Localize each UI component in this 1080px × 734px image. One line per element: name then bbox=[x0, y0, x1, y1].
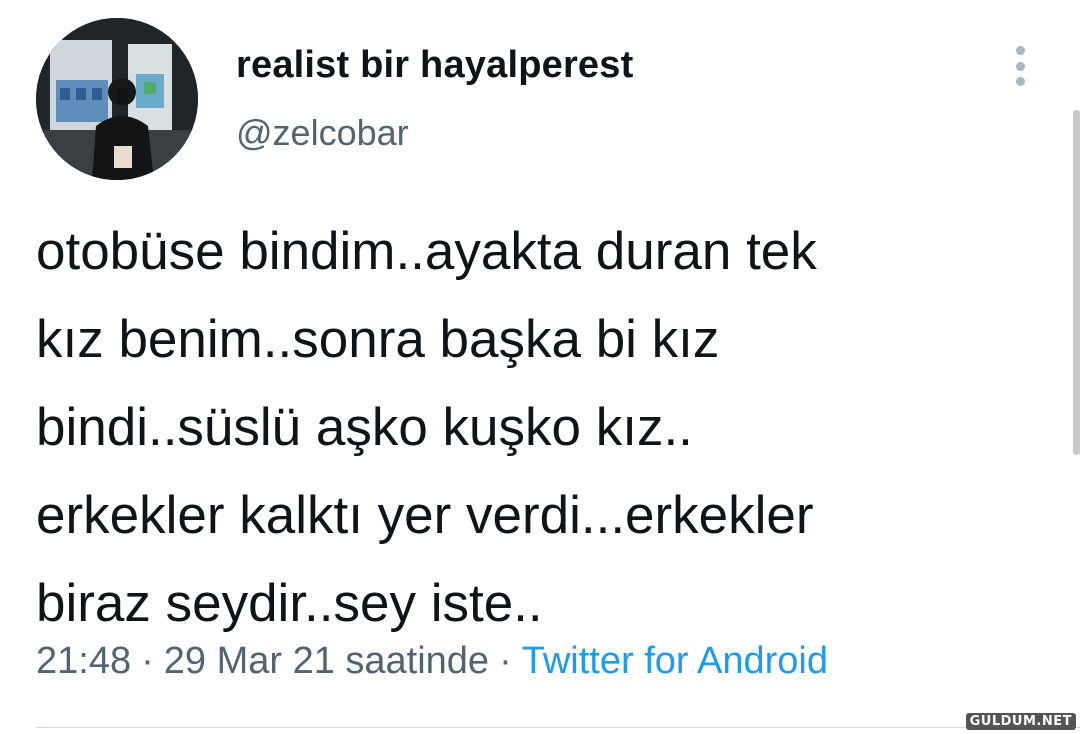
tweet-source-link[interactable]: Twitter for Android bbox=[522, 640, 828, 682]
display-name[interactable]: realist bir hayalperest bbox=[236, 44, 633, 87]
user-handle[interactable]: @zelcobar bbox=[236, 112, 409, 154]
meta-separator: · bbox=[499, 640, 512, 682]
tweet-time[interactable]: 21:48 bbox=[36, 640, 131, 682]
tweet-line: kız benim..sonra başka bi kız bbox=[36, 310, 720, 369]
tweet-line: erkekler kalktı yer verdi...erkekler bbox=[36, 486, 814, 545]
tweet-date[interactable]: 29 Mar 21 saatinde bbox=[164, 640, 489, 682]
more-dot bbox=[1015, 61, 1025, 71]
scrollbar[interactable] bbox=[1073, 110, 1080, 455]
divider bbox=[36, 727, 1080, 728]
avatar[interactable] bbox=[36, 18, 198, 180]
tweet-line: otobüse bindim..ayakta duran tek bbox=[36, 222, 817, 281]
tweet-text: otobüse bindim..ayakta duran tek kız ben… bbox=[36, 208, 1046, 648]
meta-separator: · bbox=[141, 640, 154, 682]
tweet-meta: 21:48 · 29 Mar 21 saatinde · Twitter for And… bbox=[36, 640, 828, 683]
more-options-icon[interactable] bbox=[1000, 40, 1040, 92]
more-dot bbox=[1015, 46, 1025, 55]
tweet-line: biraz seydir..sey iste.. bbox=[36, 574, 543, 633]
profile-photo-icon bbox=[36, 18, 198, 180]
tweet-line: bindi..süslü aşko kuşko kız.. bbox=[36, 398, 693, 457]
more-dot bbox=[1015, 77, 1025, 86]
watermark: GULDUM.NET bbox=[965, 713, 1076, 730]
